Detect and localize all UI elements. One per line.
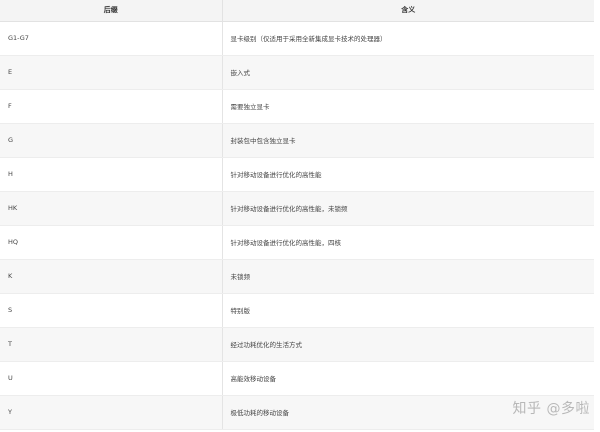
table-row: S 特别版 bbox=[0, 293, 594, 328]
header-meaning: 含义 bbox=[222, 0, 594, 22]
cell-suffix: HQ bbox=[0, 225, 223, 260]
cell-meaning: 需要独立显卡 bbox=[222, 89, 594, 124]
table-row: T 经过功耗优化的生活方式 bbox=[0, 327, 594, 362]
cell-suffix: F bbox=[0, 89, 223, 124]
table-row: Y 极低功耗的移动设备 bbox=[0, 395, 594, 430]
cell-meaning: 封装包中包含独立显卡 bbox=[222, 123, 594, 158]
table-row: G 封装包中包含独立显卡 bbox=[0, 123, 594, 158]
cell-suffix: E bbox=[0, 55, 223, 90]
cell-meaning: 高能效移动设备 bbox=[222, 361, 594, 396]
table-row: G1-G7 显卡级别（仅适用于采用全新集成显卡技术的处理器） bbox=[0, 21, 594, 56]
table-row: U 高能效移动设备 bbox=[0, 361, 594, 396]
cell-suffix: S bbox=[0, 293, 223, 328]
table-header-row: 后缀 含义 bbox=[0, 0, 594, 22]
cell-meaning: 针对移动设备进行优化的高性能，四核 bbox=[222, 225, 594, 260]
table-row: HK 针对移动设备进行优化的高性能，未锁频 bbox=[0, 191, 594, 226]
suffix-table: 后缀 含义 G1-G7 显卡级别（仅适用于采用全新集成显卡技术的处理器） E 嵌… bbox=[0, 0, 594, 430]
cell-meaning: 显卡级别（仅适用于采用全新集成显卡技术的处理器） bbox=[222, 21, 594, 56]
cell-suffix: HK bbox=[0, 191, 223, 226]
cell-suffix: G bbox=[0, 123, 223, 158]
page: 后缀 含义 G1-G7 显卡级别（仅适用于采用全新集成显卡技术的处理器） E 嵌… bbox=[0, 0, 600, 432]
table-row: HQ 针对移动设备进行优化的高性能，四核 bbox=[0, 225, 594, 260]
cell-meaning: 经过功耗优化的生活方式 bbox=[222, 327, 594, 362]
table-row: K 未锁频 bbox=[0, 259, 594, 294]
table-row: H 针对移动设备进行优化的高性能 bbox=[0, 157, 594, 192]
cell-meaning: 针对移动设备进行优化的高性能，未锁频 bbox=[222, 191, 594, 226]
cell-suffix: T bbox=[0, 327, 223, 362]
cell-suffix: G1-G7 bbox=[0, 21, 223, 56]
cell-meaning: 针对移动设备进行优化的高性能 bbox=[222, 157, 594, 192]
cell-meaning: 特别版 bbox=[222, 293, 594, 328]
cell-meaning: 嵌入式 bbox=[222, 55, 594, 90]
cell-meaning: 未锁频 bbox=[222, 259, 594, 294]
header-suffix: 后缀 bbox=[0, 0, 223, 22]
table-row: F 需要独立显卡 bbox=[0, 89, 594, 124]
cell-suffix: U bbox=[0, 361, 223, 396]
cell-suffix: Y bbox=[0, 395, 223, 430]
watermark: 知乎 @多啦 bbox=[512, 401, 590, 417]
table-row: E 嵌入式 bbox=[0, 55, 594, 90]
cell-suffix: K bbox=[0, 259, 223, 294]
cell-suffix: H bbox=[0, 157, 223, 192]
